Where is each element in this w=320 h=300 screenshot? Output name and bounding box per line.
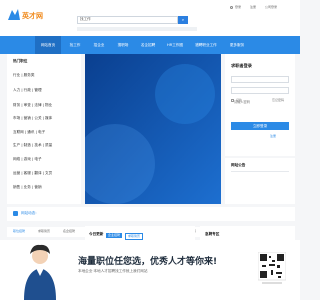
hero-banner[interactable] — [75, 54, 221, 204]
notice-panel-title: 网站公告 — [231, 163, 246, 167]
nav-item-jobs[interactable]: 找工作 — [63, 36, 87, 54]
header-link-login[interactable]: 登录 — [235, 6, 241, 9]
register-link[interactable]: 注册 — [270, 135, 276, 138]
quick-link[interactable]: 求职简历 — [38, 230, 50, 233]
hot-words-bar — [77, 27, 197, 31]
quick-link[interactable]: 名企招聘 — [63, 230, 75, 233]
today-tab-resumes[interactable]: 求职简历 — [125, 233, 144, 240]
search-icon: ⌕ — [181, 17, 185, 22]
username-field — [231, 76, 289, 94]
today-title: 今日更新 — [89, 232, 104, 236]
search-input[interactable] — [81, 17, 161, 23]
category-row[interactable]: 生产 | 制造 | 技术 | 质量 — [13, 143, 52, 150]
divider — [231, 171, 289, 172]
category-row[interactable]: 销售 | 业务 | 营销 — [13, 185, 42, 192]
promo-person-illustration — [16, 242, 64, 300]
promo-headline: 海量职位任您选，优秀人才等你来! — [78, 257, 218, 267]
header-link-register[interactable]: 注册 — [250, 6, 256, 9]
nav-item-more[interactable]: 更多服务 — [223, 36, 251, 54]
news-bar — [7, 207, 295, 221]
urgent-title: 急聘专区 — [205, 232, 220, 236]
login-button[interactable]: 立即登录 — [231, 122, 289, 130]
login-title: 求职者登录 — [231, 63, 252, 68]
category-title: 热门职位 — [13, 59, 28, 63]
remember-checkbox[interactable] — [231, 99, 234, 102]
nav-item-home[interactable]: 网站首页 — [35, 36, 61, 54]
category-row[interactable]: 财务 | 审查 | 法律 | 物业 — [13, 103, 52, 110]
login-panel — [225, 54, 295, 156]
speaker-icon — [13, 211, 18, 216]
qr-code — [257, 251, 287, 286]
logo-graphic: 英才网 — [8, 9, 43, 20]
forgot-password-link[interactable]: 忘记密码 — [272, 99, 284, 102]
promo-subline: 本地企业·本地人才招聘找工作就上我们网站 — [78, 269, 148, 273]
site-logo[interactable]: 英才网 — [6, 6, 50, 24]
nav-item-search[interactable]: 搜职场 — [111, 36, 135, 54]
news-label: 网站动态: — [21, 211, 37, 215]
category-row[interactable]: 行业 | 服务类 — [13, 73, 34, 80]
category-row[interactable]: 人力 | 行政 | 管理 — [13, 88, 42, 95]
banner-graphic — [75, 54, 221, 204]
quick-link[interactable]: 职位招聘 — [13, 230, 25, 233]
nav-item-companies[interactable]: 招企业 — [87, 36, 111, 54]
today-tab-companies[interactable]: 企业招聘 — [106, 233, 123, 238]
svg-text:英才网: 英才网 — [21, 11, 43, 20]
remember-label: 记住 — [236, 98, 243, 102]
category-row[interactable]: 互联网 | 通讯 | 电子 — [13, 130, 45, 137]
nav-item-famous[interactable]: 名企招聘 — [135, 36, 161, 54]
search-button[interactable]: ⌕ — [178, 16, 188, 24]
category-row[interactable]: 市场 | 营销 | 公关 | 媒体 — [13, 116, 52, 123]
password-field — [231, 87, 289, 105]
category-row[interactable]: 网络 | 游戏 | 电子 — [13, 157, 42, 164]
nav-item-hr[interactable]: HR工作圈 — [161, 36, 189, 54]
user-icon — [230, 6, 233, 9]
category-row[interactable]: 运营 | 客服 | 翻译 | 文员 — [13, 171, 52, 178]
header-link-company[interactable]: 公司登录 — [265, 6, 277, 9]
nav-item-career[interactable]: 猎聘职业工作 — [189, 36, 223, 54]
